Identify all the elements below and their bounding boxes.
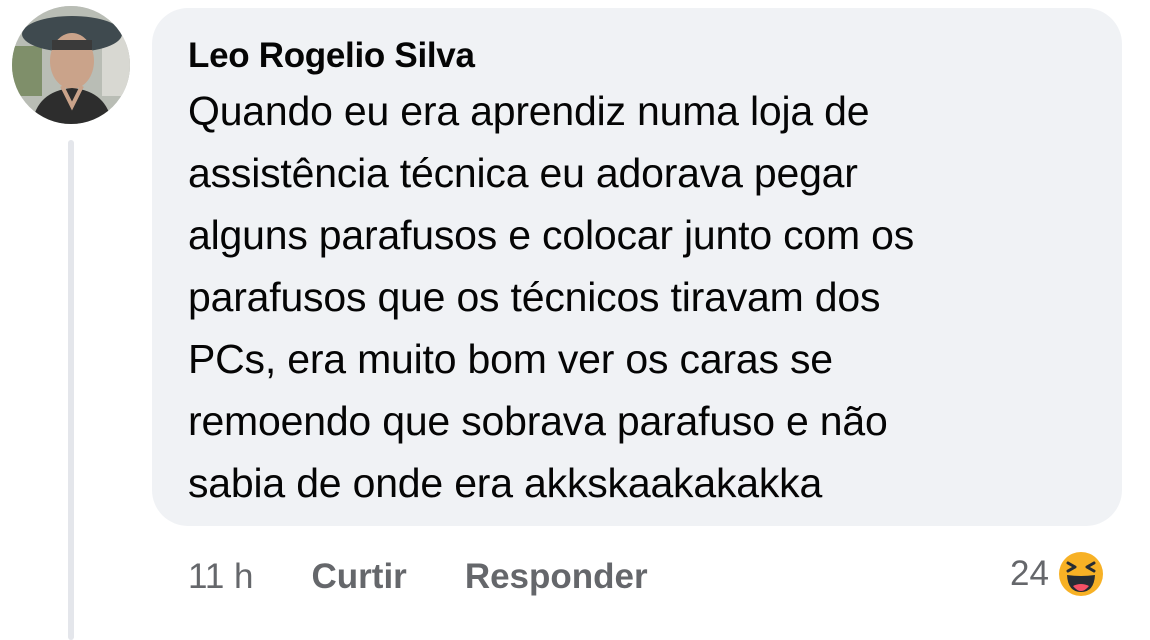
thread-line	[68, 140, 74, 640]
comment-text-line: remoendo que sobrava parafuso e não	[188, 398, 888, 444]
reply-button[interactable]: Responder	[465, 557, 648, 597]
reaction-summary[interactable]: 24	[1010, 546, 1107, 602]
comment-bubble: Leo Rogelio Silva Quando eu era aprendiz…	[152, 8, 1122, 526]
haha-icon	[1055, 549, 1106, 599]
comment-text-line: sabia de onde era akkskaakakakka	[188, 460, 823, 506]
comment-text-line: assistência técnica eu adorava pegar	[188, 150, 858, 196]
comment-timestamp[interactable]: 11 h	[188, 557, 254, 597]
comment-text-line: PCs, era muito bom ver os caras se	[188, 336, 833, 382]
comment-text-line: parafusos que os técnicos tiravam dos	[188, 274, 881, 320]
like-button[interactable]: Curtir	[312, 557, 407, 597]
comment-text-line: alguns parafusos e colocar junto com os	[188, 212, 915, 258]
reaction-count: 24	[1010, 554, 1049, 593]
comment-actions: 11 h Curtir Responder	[188, 552, 706, 602]
avatar-photo	[12, 6, 130, 124]
comment-author-name[interactable]: Leo Rogelio Silva	[188, 36, 1086, 76]
avatar[interactable]	[12, 6, 130, 124]
comment-text-line: Quando eu era aprendiz numa loja de	[188, 88, 870, 134]
comment-text: Quando eu era aprendiz numa loja de assi…	[188, 80, 1088, 514]
